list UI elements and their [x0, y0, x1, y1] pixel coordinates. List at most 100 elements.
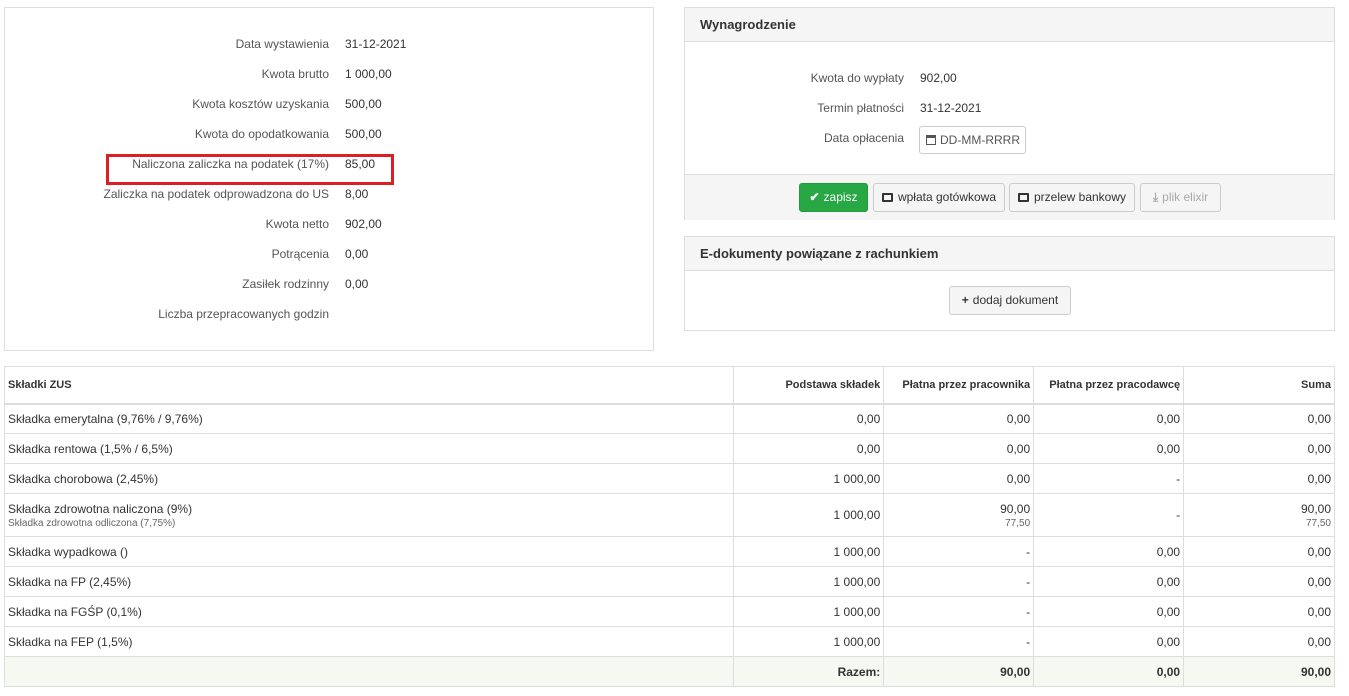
table-row: Składka na FP (2,45%) 1 000,00 - 0,00 0,…	[3, 566, 1335, 597]
summary-panel: Data wystawienia 31-12-2021 Kwota brutto…	[4, 7, 654, 351]
cell-sum-sub: 77,50	[1305, 517, 1331, 529]
highlight-box	[106, 154, 394, 185]
panel-title: E-dokumenty powiązane z rachunkiem	[685, 237, 1334, 271]
cell-base: 1 000,00	[733, 626, 885, 657]
cell-sum: 0,00	[1183, 463, 1335, 494]
summary-label: Kwota kosztów uzyskania	[192, 97, 329, 111]
cash-payment-button[interactable]: wpłata gotówkowa	[873, 183, 1005, 212]
cell-name: Składka wypadkowa ()	[3, 536, 735, 567]
table-row: Składka zdrowotna naliczona (9%) Składka…	[3, 493, 1335, 537]
summary-value: 500,00	[345, 97, 382, 111]
cell-employee-main: 90,00	[1000, 501, 1031, 516]
bank-transfer-button[interactable]: przelew bankowy	[1009, 183, 1135, 212]
col-header-skladki: Składki ZUS	[3, 366, 735, 405]
cell-name: Składka na FEP (1,5%)	[3, 626, 735, 657]
summary-value: 1 000,00	[345, 67, 392, 81]
summary-label: Data wystawienia	[235, 37, 329, 51]
summary-row-potracenia: Potrącenia 0,00	[5, 239, 653, 269]
date-input[interactable]: DD-MM-RRRR	[919, 126, 1026, 154]
cell-name-sub: Składka zdrowotna odliczona (7,75%)	[8, 517, 176, 529]
cell-employer: -	[1033, 463, 1185, 494]
summary-label: Potrącenia	[271, 247, 329, 261]
total-sum: 90,00	[1183, 656, 1335, 687]
wyn-row-kwota: Kwota do wypłaty 902,00	[685, 63, 1334, 93]
cell-base: 1 000,00	[733, 493, 885, 537]
edocuments-panel: E-dokumenty powiązane z rachunkiem + doda…	[684, 236, 1335, 331]
summary-row-kwota-do-opodatkowania: Kwota do opodatkowania 500,00	[5, 119, 653, 149]
cell-employee: 0,00	[883, 433, 1035, 464]
panel-title: Wynagrodzenie	[685, 8, 1334, 42]
summary-label: Kwota netto	[265, 217, 329, 231]
cell-name: Składka na FP (2,45%)	[3, 566, 735, 597]
cell-sum: 0,00	[1183, 566, 1335, 597]
table-row: Składka emerytalna (9,76% / 9,76%) 0,00 …	[3, 403, 1335, 434]
wyn-label: Termin płatności	[817, 101, 904, 115]
cell-empty	[3, 656, 735, 687]
cell-sum: 0,00	[1183, 433, 1335, 464]
summary-row-liczba-godzin: Liczba przepracowanych godzin	[5, 299, 653, 329]
printer-icon	[1017, 193, 1029, 202]
cell-employee-sub: 77,50	[1005, 517, 1031, 529]
cell-name: Składka chorobowa (2,45%)	[3, 463, 735, 494]
save-label: zapisz	[823, 190, 858, 204]
summary-value: 31-12-2021	[345, 37, 407, 51]
summary-value: 0,00	[345, 247, 369, 261]
summary-row-kwota-kosztow: Kwota kosztów uzyskania 500,00	[5, 89, 653, 119]
total-label: Razem:	[733, 656, 885, 687]
plus-icon: +	[961, 293, 969, 307]
cell-employee: 90,00 77,50	[883, 493, 1035, 537]
cell-employer: 0,00	[1033, 566, 1185, 597]
summary-row-zasilek-rodzinny: Zasiłek rodzinny 0,00	[5, 269, 653, 299]
cell-sum-main: 90,00	[1300, 501, 1331, 516]
table-row: Składka wypadkowa () 1 000,00 - 0,00 0,0…	[3, 536, 1335, 567]
wyn-label: Kwota do wypłaty	[810, 71, 904, 85]
total-employee: 90,00	[883, 656, 1035, 687]
cell-employer: -	[1033, 493, 1185, 537]
summary-label: Zasiłek rodzinny	[242, 277, 329, 291]
summary-label: Kwota brutto	[261, 67, 329, 81]
cell-employer: 0,00	[1033, 626, 1185, 657]
cell-sum: 90,00 77,50	[1183, 493, 1335, 537]
cell-name: Składka emerytalna (9,76% / 9,76%)	[3, 403, 735, 434]
cell-employer: 0,00	[1033, 596, 1185, 627]
col-header-pracownik: Płatna przez pracownika	[883, 366, 1035, 405]
check-icon: ✔	[809, 190, 820, 204]
summary-value: 902,00	[345, 217, 382, 231]
cell-base: 0,00	[733, 403, 885, 434]
col-header-suma: Suma	[1183, 366, 1335, 405]
save-button[interactable]: ✔ zapisz	[799, 183, 868, 212]
wyn-footer: ✔ zapisz wpłata gotówkowa przelew bankowy…	[685, 174, 1334, 220]
cell-employee: -	[883, 626, 1035, 657]
date-placeholder: DD-MM-RRRR	[940, 133, 1020, 147]
col-header-pracodawca: Płatna przez pracodawcę	[1033, 366, 1185, 405]
total-row: Razem: 90,00 0,00 90,00	[3, 656, 1335, 687]
table-row: Składka chorobowa (2,45%) 1 000,00 0,00 …	[3, 463, 1335, 494]
add-document-button[interactable]: + dodaj dokument	[949, 286, 1071, 315]
cell-sum: 0,00	[1183, 596, 1335, 627]
cell-employer: 0,00	[1033, 536, 1185, 567]
wyn-label: Data opłacenia	[823, 131, 904, 145]
cell-base: 1 000,00	[733, 566, 885, 597]
bank-transfer-label: przelew bankowy	[1033, 190, 1127, 204]
cell-employee: 0,00	[883, 463, 1035, 494]
cell-employer: 0,00	[1033, 403, 1185, 434]
cell-name: Składka rentowa (1,5% / 6,5%)	[3, 433, 735, 464]
cell-employee: 0,00	[883, 403, 1035, 434]
cell-sum: 0,00	[1183, 536, 1335, 567]
wynagrodzenie-panel: Wynagrodzenie Kwota do wypłaty 902,00 Te…	[684, 7, 1335, 220]
col-header-podstawa: Podstawa składek	[733, 366, 885, 405]
summary-row-data-wystawienia: Data wystawienia 31-12-2021	[5, 29, 653, 59]
wyn-value: 902,00	[920, 71, 957, 85]
cell-sum: 0,00	[1183, 403, 1335, 434]
summary-row-kwota-brutto: Kwota brutto 1 000,00	[5, 59, 653, 89]
summary-value: 500,00	[345, 127, 382, 141]
download-icon: ⤓	[1152, 190, 1159, 204]
cell-name: Składka zdrowotna naliczona (9%) Składka…	[3, 493, 735, 537]
elixir-file-button[interactable]: ⤓ plik elixir	[1140, 183, 1221, 212]
cell-base: 1 000,00	[733, 463, 885, 494]
zus-table: Składki ZUS Podstawa składek Płatna prze…	[3, 366, 1335, 687]
cell-employee: -	[883, 566, 1035, 597]
summary-value: 0,00	[345, 277, 369, 291]
cell-employer: 0,00	[1033, 433, 1185, 464]
summary-row-kwota-netto: Kwota netto 902,00	[5, 209, 653, 239]
